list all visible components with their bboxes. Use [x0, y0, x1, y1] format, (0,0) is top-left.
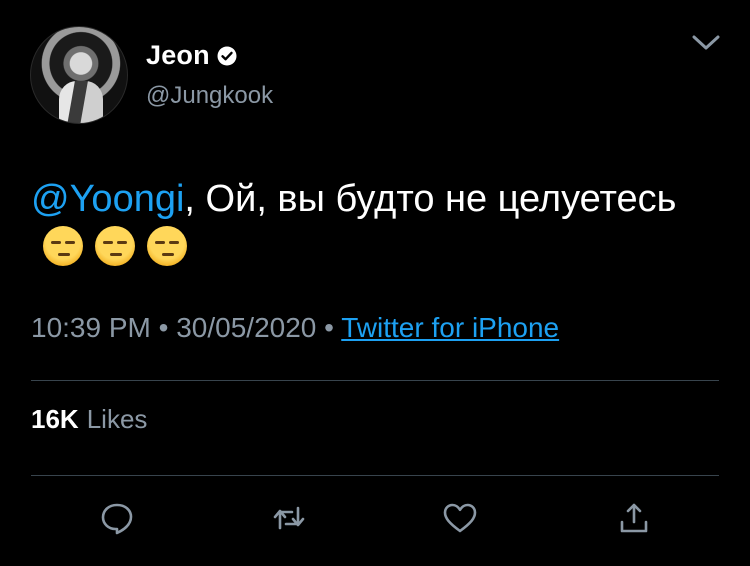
user-names: Jeon @Jungkook	[146, 40, 273, 110]
divider	[31, 475, 719, 476]
tweet-actions	[0, 500, 750, 540]
unamused-face-emoji	[95, 226, 135, 266]
tweet-header: Jeon @Jungkook	[30, 26, 273, 124]
display-name[interactable]: Jeon	[146, 40, 210, 71]
tweet-source-link[interactable]: Twitter for iPhone	[341, 312, 559, 343]
tweet-date: 30/05/2020	[176, 312, 317, 343]
tweet-body: , Ой, вы будто не целуетесь	[184, 178, 677, 220]
user-handle[interactable]: @Jungkook	[146, 82, 273, 110]
share-icon[interactable]	[616, 500, 652, 536]
tweet-time: 10:39 PM	[31, 312, 151, 343]
unamused-face-emoji	[147, 226, 187, 266]
heart-icon[interactable]	[442, 500, 478, 536]
meta-separator: •	[324, 312, 334, 343]
mention-link[interactable]: @Yoongi	[31, 178, 184, 220]
avatar[interactable]	[30, 26, 128, 124]
reply-icon[interactable]	[99, 500, 135, 536]
divider	[31, 380, 719, 381]
meta-separator: •	[158, 312, 169, 343]
unamused-face-emoji	[43, 226, 83, 266]
likes-count: 16K	[31, 404, 79, 434]
likes-label: Likes	[86, 404, 148, 434]
tweet-text: @Yoongi, Ой, вы будто не целуетесь	[31, 176, 711, 268]
display-name-row: Jeon	[146, 40, 273, 71]
retweet-icon[interactable]	[271, 500, 307, 536]
likes-stat[interactable]: 16K Likes	[31, 404, 147, 435]
tweet-meta: 10:39 PM • 30/05/2020 • Twitter for iPho…	[31, 312, 559, 344]
verified-badge-icon	[217, 46, 237, 66]
chevron-down-icon[interactable]	[692, 34, 720, 52]
